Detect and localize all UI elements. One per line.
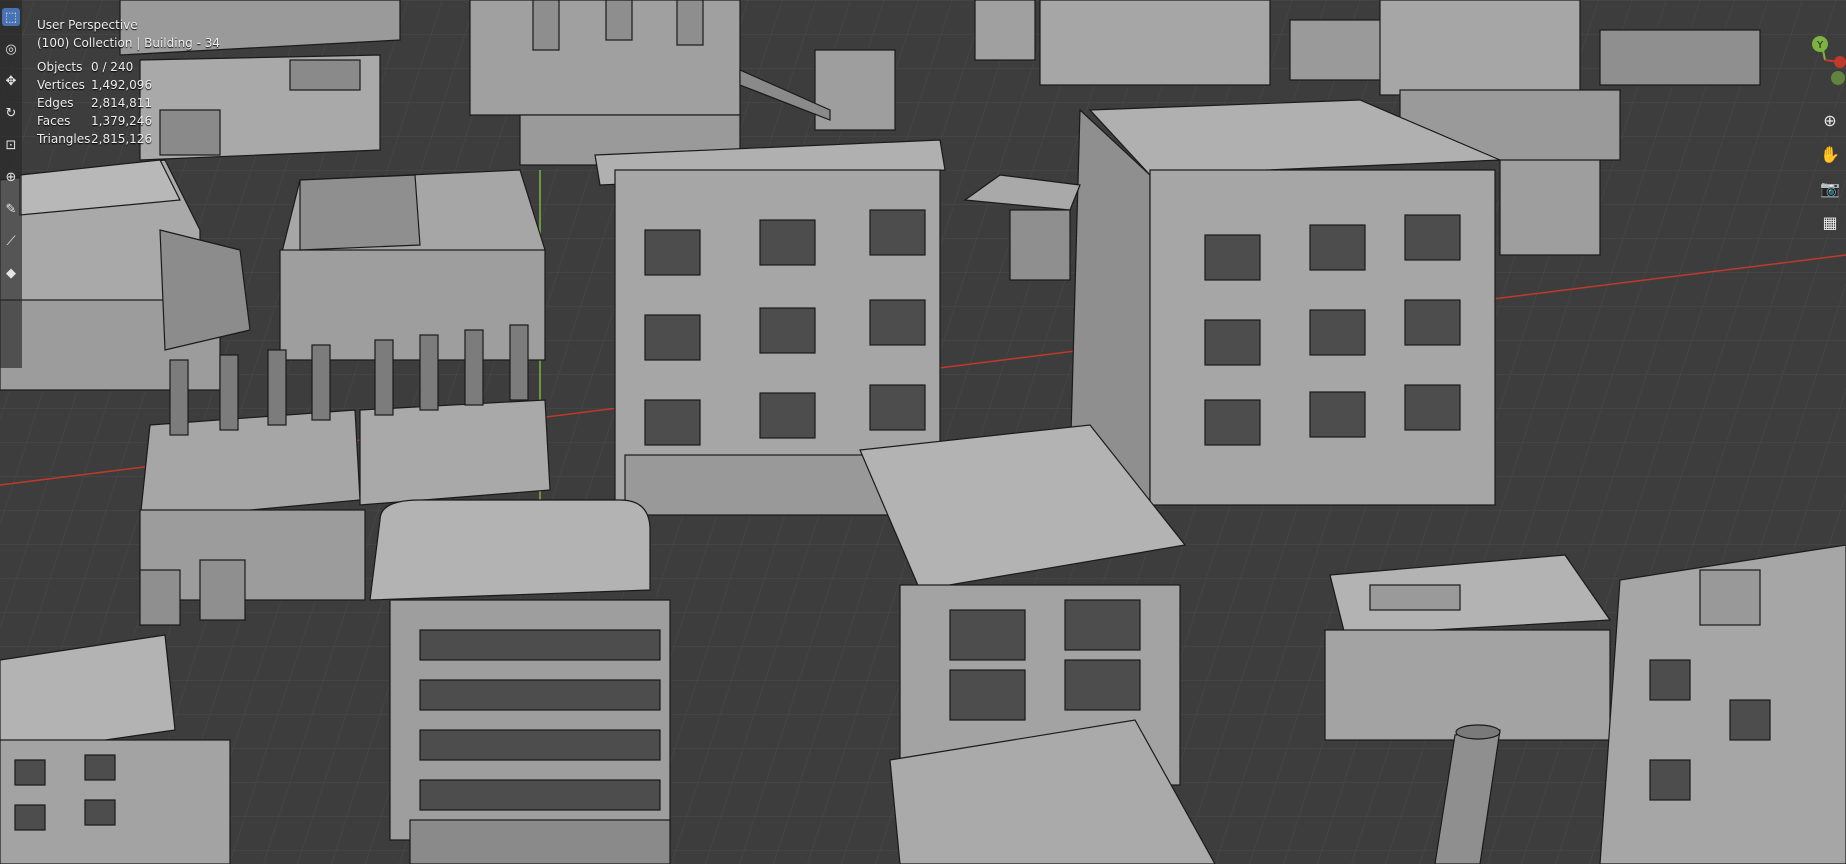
- stat-label: Vertices: [37, 78, 85, 92]
- gizmo-y-label: Y: [1816, 40, 1824, 51]
- zoom-icon[interactable]: ⊕: [1818, 108, 1842, 132]
- gizmo-x-handle[interactable]: [1834, 56, 1846, 68]
- viewport-scene[interactable]: [0, 0, 1846, 864]
- scale-icon[interactable]: ⊡: [2, 136, 20, 154]
- building-right-edge[interactable]: [1599, 544, 1846, 864]
- ortho-grid-icon[interactable]: ▦: [1818, 210, 1842, 234]
- add-cube-icon[interactable]: ◆: [2, 264, 20, 282]
- collection-path: (100) Collection | Building - 34: [37, 36, 221, 50]
- transform-icon[interactable]: ⊕: [2, 168, 20, 186]
- stat-value: 2,814,811: [91, 96, 153, 110]
- building-center-tall-b[interactable]: [1069, 99, 1501, 506]
- annotate-icon[interactable]: ✎: [2, 200, 20, 218]
- measure-icon[interactable]: ⟋: [2, 232, 20, 250]
- stat-row: Faces 1,379,246: [37, 112, 220, 130]
- select-box-icon[interactable]: ⬚: [2, 8, 20, 26]
- stat-label: Faces: [37, 114, 71, 128]
- stat-value: 1,379,246: [91, 114, 153, 128]
- building-rooftop-grid[interactable]: [279, 169, 546, 361]
- stat-value: 1,492,096: [91, 78, 153, 92]
- 3d-viewport[interactable]: ⬚ ◎ ✥ ↻ ⊡ ⊕ ✎ ⟋ ◆ User Perspective (100) Collect…: [0, 0, 1846, 864]
- building-shop-right[interactable]: [1324, 554, 1612, 741]
- axis-gizmo[interactable]: Y: [1800, 0, 1846, 90]
- stat-row: Objects 0 / 240: [37, 58, 220, 76]
- toolbar: ⬚ ◎ ✥ ↻ ⊡ ⊕ ✎ ⟋ ◆: [0, 0, 22, 368]
- rotate-icon[interactable]: ↻: [2, 104, 20, 122]
- stat-value: 0 / 240: [91, 60, 134, 74]
- cursor-icon[interactable]: ◎: [2, 40, 20, 58]
- gizmo-neg-y-handle[interactable]: [1831, 71, 1845, 85]
- pan-hand-icon[interactable]: ✋: [1818, 142, 1842, 166]
- stat-label: Objects: [37, 60, 83, 74]
- building-rounded-tower[interactable]: [369, 499, 671, 864]
- stat-label: Edges: [37, 96, 74, 110]
- stat-label: Triangles: [37, 132, 91, 146]
- scene-statistics: Objects 0 / 240 Vertices 1,492,096 Edges 2,81…: [37, 58, 220, 148]
- camera-icon[interactable]: 📷: [1818, 176, 1842, 200]
- stat-row: Triangles 2,815,126: [37, 130, 220, 148]
- viewport-info-overlay: User Perspective (100) Collection | Buil…: [37, 16, 220, 148]
- move-icon[interactable]: ✥: [2, 72, 20, 90]
- stat-row: Edges 2,814,811: [37, 94, 220, 112]
- stat-row: Vertices 1,492,096: [37, 76, 220, 94]
- view-name: User Perspective: [37, 18, 138, 32]
- navigation-gizmo[interactable]: Y ⊕ ✋ 📷 ▦: [1800, 0, 1846, 240]
- stat-value: 2,815,126: [91, 132, 153, 146]
